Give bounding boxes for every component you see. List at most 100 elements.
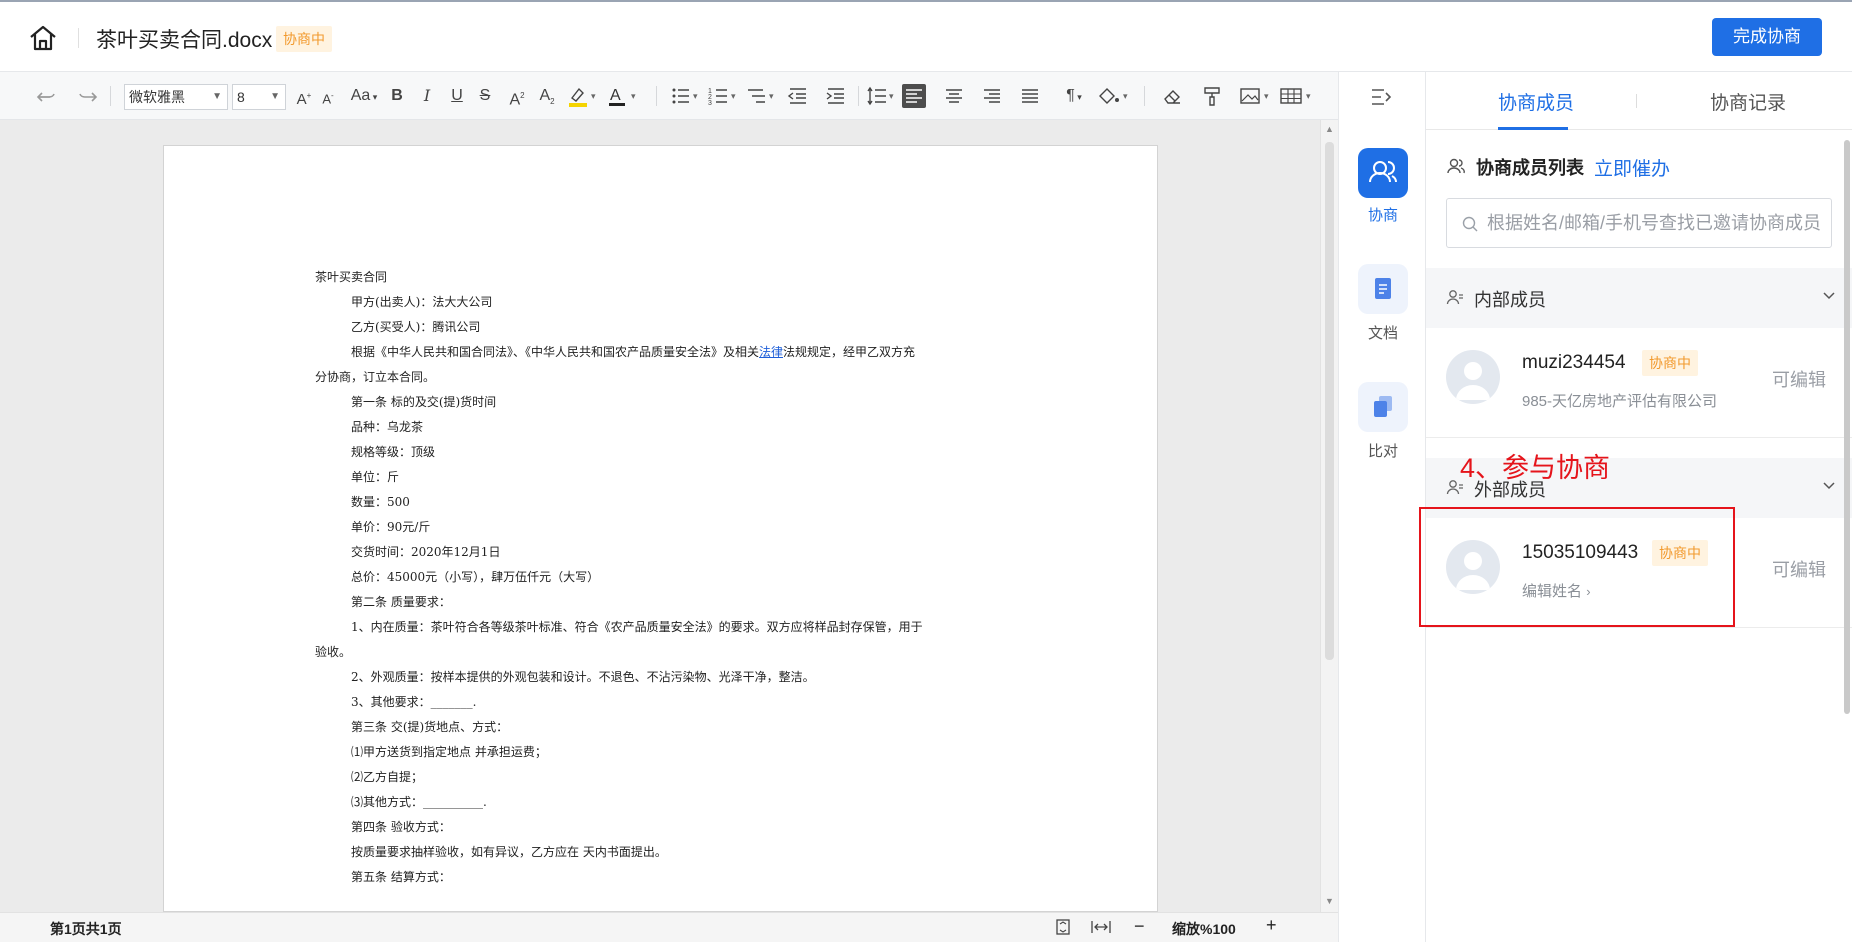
internal-members-header[interactable]: 内部成员 xyxy=(1426,268,1852,328)
doc-line: 总价：45000元（小写），肆万伍仟元（大写） xyxy=(351,570,600,584)
svg-text:▾: ▾ xyxy=(693,91,698,101)
format-painter-icon[interactable] xyxy=(1200,84,1224,108)
doc-line: 单价：90元/斤 xyxy=(351,520,431,534)
increase-indent-icon[interactable] xyxy=(824,84,848,108)
bold-icon[interactable]: B xyxy=(386,84,408,108)
member-item[interactable]: muzi234454 协商中 985-天亿房地产评估有限公司 可编辑 xyxy=(1426,328,1852,438)
rail-compare-label: 比对 xyxy=(1367,443,1398,460)
justify-icon[interactable] xyxy=(1018,84,1042,108)
header-divider xyxy=(78,28,79,48)
superscript-icon[interactable]: A2 xyxy=(506,84,528,108)
zoom-in-button[interactable]: + xyxy=(1266,915,1277,936)
top-header: 茶叶买卖合同.docx 协商中 完成协商 xyxy=(0,0,1852,72)
subscript-icon[interactable]: A2 xyxy=(536,84,558,108)
panel-scrollbar[interactable] xyxy=(1844,140,1850,714)
avatar xyxy=(1446,350,1500,404)
decrease-indent-icon[interactable] xyxy=(786,84,810,108)
change-case-button[interactable]: Aa ▾ xyxy=(346,84,382,108)
align-left-icon[interactable] xyxy=(902,84,926,108)
member-list-icon xyxy=(1446,156,1466,176)
bullet-list-icon[interactable]: ▾ xyxy=(670,84,702,108)
italic-icon[interactable]: I xyxy=(416,84,438,108)
users-icon xyxy=(1358,148,1408,198)
format-toolbar: 微软雅黑 ▼ 8 ▼ A+ A- Aa ▾ B I U S A2 A2 ▾ A ▾… xyxy=(0,72,1338,120)
doc-line: 乙方(买受人)：腾讯公司 xyxy=(351,320,481,334)
svg-text:▾: ▾ xyxy=(731,91,736,101)
member-search-input[interactable] xyxy=(1487,209,1823,237)
insert-table-icon[interactable]: ▾ xyxy=(1278,84,1316,108)
multilevel-list-icon[interactable]: ▾ xyxy=(746,84,778,108)
toolbar-divider xyxy=(1144,86,1145,106)
scroll-up-icon[interactable]: ▲ xyxy=(1325,124,1334,134)
member-permission[interactable]: 可编辑 xyxy=(1772,366,1826,392)
document-page[interactable]: 茶叶买卖合同 甲方(出卖人)：法大大公司 乙方(买受人)：腾讯公司 根据《中华人… xyxy=(163,145,1158,912)
doc-line: 第一条 标的及交(提)货时间 xyxy=(351,395,497,409)
zoom-out-button[interactable]: − xyxy=(1134,916,1145,937)
internal-members-title: 内部成员 xyxy=(1474,290,1546,310)
doc-line: 第三条 交(提)货地点、方式： xyxy=(351,720,509,734)
insert-image-icon[interactable]: ▾ xyxy=(1238,84,1274,108)
decrease-font-icon[interactable]: A- xyxy=(318,84,338,108)
line-spacing-icon[interactable]: ▾ xyxy=(866,84,898,108)
doc-line: 2、外观质量：按样本提供的外观包装和设计。不退色、不沾污染物、光泽干净，整洁。 xyxy=(351,670,815,684)
member-status-badge: 协商中 xyxy=(1642,350,1698,376)
doc-line: ⑴甲方送货到指定地点 并承担运费； xyxy=(351,745,547,759)
finish-negotiation-button[interactable]: 完成协商 xyxy=(1712,18,1822,56)
doc-line: 交货时间：2020年12月1日 xyxy=(351,545,501,559)
law-link[interactable]: 法律 xyxy=(759,345,783,359)
editor-scrollbar[interactable]: ▲ ▼ xyxy=(1320,120,1338,912)
chevron-down-icon[interactable] xyxy=(1822,479,1836,493)
change-case-label: Aa xyxy=(350,87,371,104)
svg-text:▾: ▾ xyxy=(1123,91,1128,101)
align-center-icon[interactable] xyxy=(942,84,966,108)
member-list-title: 协商成员列表 xyxy=(1476,158,1584,178)
chevron-down-icon[interactable] xyxy=(1822,289,1836,303)
tab-records[interactable]: 协商记录 xyxy=(1710,88,1786,115)
fit-width-icon[interactable] xyxy=(1090,918,1112,936)
align-right-icon[interactable] xyxy=(980,84,1004,108)
doc-line: ⑶其他方式：__________. xyxy=(351,795,487,809)
home-icon[interactable] xyxy=(28,24,58,52)
doc-line: 甲方(出卖人)：法大大公司 xyxy=(351,295,493,309)
annotation-label: 4、参与协商 xyxy=(1460,453,1611,483)
tab-members[interactable]: 协商成员 xyxy=(1498,88,1574,115)
redo-icon[interactable] xyxy=(76,84,98,108)
font-size-value: 8 xyxy=(237,89,245,105)
doc-line: 第二条 质量要求： xyxy=(351,595,451,609)
numbered-list-icon[interactable]: 1 2 3 ▾ xyxy=(708,84,740,108)
rail-negotiate-button[interactable] xyxy=(1358,148,1408,198)
doc-line: 第四条 验收方式： xyxy=(351,820,451,834)
font-color-icon[interactable]: A ▾ xyxy=(606,84,640,108)
rail-document-button[interactable] xyxy=(1358,264,1408,314)
collapse-panel-icon[interactable] xyxy=(1369,86,1395,108)
paragraph-mark-icon[interactable]: ¶ ▾ xyxy=(1058,84,1090,108)
font-family-select[interactable]: 微软雅黑 ▼ xyxy=(124,84,228,110)
svg-text:▾: ▾ xyxy=(1264,91,1269,101)
member-search[interactable] xyxy=(1446,198,1832,248)
scrollbar-thumb[interactable] xyxy=(1325,142,1334,660)
font-size-select[interactable]: 8 ▼ xyxy=(232,84,286,110)
increase-font-icon[interactable]: A+ xyxy=(294,84,314,108)
rail-compare-button[interactable] xyxy=(1358,382,1408,432)
rail-document-label: 文档 xyxy=(1367,325,1398,342)
fit-page-icon[interactable] xyxy=(1054,918,1072,936)
rail-negotiate-label: 协商 xyxy=(1367,207,1398,224)
strikethrough-icon[interactable]: S xyxy=(474,84,496,108)
doc-text-span: 法规规定，经甲乙双方充 xyxy=(783,345,916,359)
doc-line: 分协商，订立本合同。 xyxy=(315,370,436,384)
member-permission[interactable]: 可编辑 xyxy=(1772,556,1826,582)
chevron-down-icon: ▼ xyxy=(212,91,222,102)
urge-now-link[interactable]: 立即催办 xyxy=(1594,154,1670,181)
panel-tabs: 协商成员 协商记录 xyxy=(1426,72,1852,130)
eraser-icon[interactable] xyxy=(1160,84,1184,108)
underline-icon[interactable]: U xyxy=(446,84,468,108)
font-family-value: 微软雅黑 xyxy=(129,89,185,105)
highlight-color-icon[interactable]: ▾ xyxy=(566,84,600,108)
doc-line: 按质量要求抽样验收，如有异议，乙方应在 天内书面提出。 xyxy=(351,845,667,859)
svg-text:3: 3 xyxy=(708,100,712,107)
scroll-down-icon[interactable]: ▼ xyxy=(1325,896,1334,906)
doc-line: 验收。 xyxy=(315,645,352,659)
doc-line: 第五条 结算方式： xyxy=(351,870,451,884)
shading-icon[interactable]: ▾ xyxy=(1096,84,1132,108)
undo-icon[interactable] xyxy=(36,84,58,108)
